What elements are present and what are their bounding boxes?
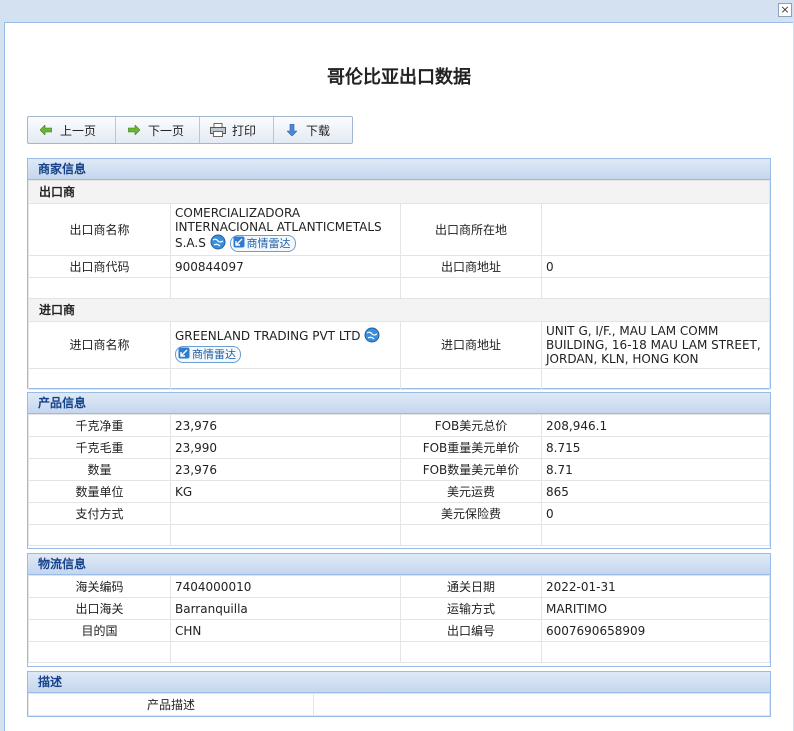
page-title: 哥伦比亚出口数据 <box>327 67 471 88</box>
exporter-address-value: 0 <box>541 255 770 278</box>
importer-radar-link[interactable]: 商情雷达 <box>175 346 241 363</box>
exporter-name-label: 出口商名称 <box>28 203 171 256</box>
merchant-table: 出口商 出口商名称 COMERCIALIZADORA INTERNACIONAL… <box>28 180 770 390</box>
fob-quantity-unit-price-value: 8.71 <box>541 458 770 481</box>
description-section-header: 描述 <box>28 672 770 693</box>
merchant-section: 商家信息 出口商 出口商名称 COMERCIALIZADORA INTERNAC… <box>27 158 771 390</box>
product-section: 产品信息 千克净重 23,976 FOB美元总价 208,946.1 千克毛重 … <box>27 392 771 549</box>
table-row: 海关编码 7404000010 通关日期 2022-01-31 <box>28 575 770 598</box>
hs-code-value: 7404000010 <box>170 575 401 598</box>
net-weight-value: 23,976 <box>170 414 401 437</box>
product-description-value <box>313 693 770 716</box>
insurance-usd-label: 美元保险费 <box>400 502 542 525</box>
next-page-label: 下一页 <box>148 123 185 138</box>
gross-weight-label: 千克毛重 <box>28 436 171 459</box>
fob-weight-unit-price-label: FOB重量美元单价 <box>400 436 542 459</box>
quantity-unit-label: 数量单位 <box>28 480 171 503</box>
hs-code-label: 海关编码 <box>28 575 171 598</box>
print-label: 打印 <box>232 123 257 138</box>
importer-name-label: 进口商名称 <box>28 321 171 369</box>
destination-country-label: 目的国 <box>28 619 171 642</box>
fob-quantity-unit-price-label: FOB数量美元单价 <box>400 458 542 481</box>
table-row: 数量 23,976 FOB数量美元单价 8.71 <box>28 458 770 481</box>
fob-weight-unit-price-value: 8.715 <box>541 436 770 459</box>
globe-icon[interactable] <box>364 327 380 346</box>
description-section: 描述 产品描述 <box>27 671 771 717</box>
arrow-left-icon <box>38 122 54 138</box>
importer-address-label: 进口商地址 <box>400 321 542 369</box>
product-table: 千克净重 23,976 FOB美元总价 208,946.1 千克毛重 23,99… <box>28 414 770 546</box>
exporter-address-label: 出口商地址 <box>400 255 542 278</box>
export-customs-label: 出口海关 <box>28 597 171 620</box>
transport-mode-label: 运输方式 <box>400 597 542 620</box>
gross-weight-value: 23,990 <box>170 436 401 459</box>
freight-usd-label: 美元运费 <box>400 480 542 503</box>
table-row: 支付方式 美元保险费 0 <box>28 502 770 525</box>
table-row: 千克净重 23,976 FOB美元总价 208,946.1 <box>28 414 770 437</box>
export-number-value: 6007690658909 <box>541 619 770 642</box>
clearance-date-value: 2022-01-31 <box>541 575 770 598</box>
quantity-unit-value: KG <box>170 480 401 503</box>
importer-name-value: GREENLAND TRADING PVT LTD <box>175 329 361 343</box>
exporter-subheader: 出口商 <box>28 180 770 204</box>
export-number-label: 出口编号 <box>400 619 542 642</box>
printer-icon <box>210 122 226 138</box>
product-description-label: 产品描述 <box>28 693 314 716</box>
payment-method-label: 支付方式 <box>28 502 171 525</box>
table-row: 出口海关 Barranquilla 运输方式 MARITIMO <box>28 597 770 620</box>
importer-name-cell: GREENLAND TRADING PVT LTD 商情雷达 <box>170 321 401 369</box>
globe-icon[interactable] <box>210 234 226 253</box>
description-table: 产品描述 <box>28 693 770 716</box>
download-button[interactable]: 下载 <box>274 117 350 143</box>
prev-page-label: 上一页 <box>60 123 97 138</box>
radar-arrow-icon <box>233 236 245 251</box>
quantity-value: 23,976 <box>170 458 401 481</box>
export-customs-value: Barranquilla <box>170 597 401 620</box>
logistics-section: 物流信息 海关编码 7404000010 通关日期 2022-01-31 出口海… <box>27 553 771 667</box>
fob-total-label: FOB美元总价 <box>400 414 542 437</box>
dialog-panel: 哥伦比亚出口数据 上一页 下一页 打印 下载 商家信息 出口商 出口商名称 CO… <box>4 22 793 731</box>
toolbar: 上一页 下一页 打印 下载 <box>27 116 353 144</box>
radar-arrow-icon <box>178 347 190 362</box>
merchant-section-header: 商家信息 <box>28 159 770 180</box>
arrow-down-icon <box>284 122 300 138</box>
importer-subheader: 进口商 <box>28 298 770 322</box>
insurance-usd-value: 0 <box>541 502 770 525</box>
exporter-code-label: 出口商代码 <box>28 255 171 278</box>
exporter-location-label: 出口商所在地 <box>400 203 542 256</box>
exporter-name-cell: COMERCIALIZADORA INTERNACIONAL ATLANTICM… <box>170 203 401 256</box>
payment-method-value <box>170 502 401 525</box>
table-row: 数量单位 KG 美元运费 865 <box>28 480 770 503</box>
transport-mode-value: MARITIMO <box>541 597 770 620</box>
freight-usd-value: 865 <box>541 480 770 503</box>
destination-country-value: CHN <box>170 619 401 642</box>
logistics-table: 海关编码 7404000010 通关日期 2022-01-31 出口海关 Bar… <box>28 575 770 663</box>
exporter-radar-label: 商情雷达 <box>246 237 291 250</box>
exporter-radar-link[interactable]: 商情雷达 <box>229 235 296 252</box>
product-section-header: 产品信息 <box>28 393 770 414</box>
exporter-location-value <box>541 203 770 256</box>
download-label: 下载 <box>306 123 331 138</box>
prev-page-button[interactable]: 上一页 <box>28 117 116 143</box>
print-button[interactable]: 打印 <box>200 117 274 143</box>
arrow-right-icon <box>126 122 142 138</box>
clearance-date-label: 通关日期 <box>400 575 542 598</box>
net-weight-label: 千克净重 <box>28 414 171 437</box>
window-titlebar: × <box>0 0 794 22</box>
importer-address-value: UNIT G, I/F., MAU LAM COMM BUILDING, 16-… <box>541 321 770 369</box>
importer-radar-label: 商情雷达 <box>192 348 236 361</box>
logistics-section-header: 物流信息 <box>28 554 770 575</box>
table-row: 目的国 CHN 出口编号 6007690658909 <box>28 619 770 642</box>
exporter-code-value: 900844097 <box>170 255 401 278</box>
fob-total-value: 208,946.1 <box>541 414 770 437</box>
next-page-button[interactable]: 下一页 <box>116 117 200 143</box>
quantity-label: 数量 <box>28 458 171 481</box>
table-row: 千克毛重 23,990 FOB重量美元单价 8.715 <box>28 436 770 459</box>
close-button[interactable]: × <box>778 3 792 17</box>
